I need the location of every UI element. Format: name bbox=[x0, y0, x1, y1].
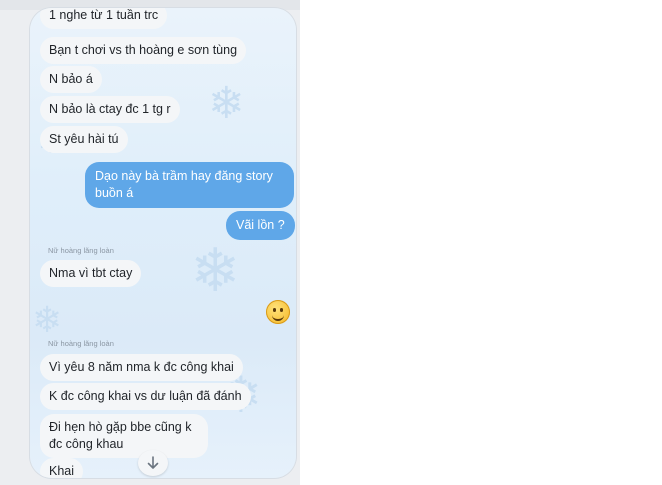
message-incoming[interactable]: K đc công khai vs dư luận đã đánh bbox=[40, 383, 251, 410]
message-incoming[interactable]: Vì yêu 8 năm nma k đc công khai bbox=[40, 354, 243, 381]
chat-screen[interactable]: ❄ ❄ ❄ ❄ ❄ 1 nghe từ 1 tuần trc Bạn t chơ… bbox=[30, 8, 296, 478]
snowflake-decoration: ❄ bbox=[32, 300, 63, 341]
message-incoming[interactable]: N bảo là ctay đc 1 tg r bbox=[40, 96, 180, 123]
arrow-down-icon bbox=[147, 456, 159, 469]
sender-name: Nữ hoàng lăng loàn bbox=[48, 339, 114, 348]
message-outgoing[interactable]: Vãi lồn ? bbox=[226, 211, 295, 240]
message-incoming[interactable]: 1 nghe từ 1 tuần trc bbox=[40, 8, 168, 29]
message-incoming[interactable]: St yêu hài tú bbox=[40, 126, 128, 153]
scroll-down-button[interactable] bbox=[138, 450, 168, 476]
sender-name: Nữ hoàng lăng loàn bbox=[48, 246, 114, 255]
message-incoming[interactable]: Khai bbox=[40, 458, 84, 478]
snowflake-decoration: ❄ bbox=[190, 236, 241, 306]
message-incoming[interactable]: Đi hẹn hò gặp bbe cũng k đc công khau bbox=[40, 414, 208, 458]
grinning-face-emoji-icon bbox=[266, 300, 290, 324]
message-outgoing[interactable]: Dạo này bà trầm hay đăng story buồn á bbox=[85, 162, 294, 208]
message-incoming[interactable]: Nma vì tbt ctay bbox=[40, 260, 142, 287]
snowflake-decoration: ❄ bbox=[208, 78, 245, 129]
message-incoming[interactable]: Bạn t chơi vs th hoàng e sơn tùng bbox=[40, 37, 247, 64]
message-incoming[interactable]: N bảo á bbox=[40, 66, 102, 93]
blank-pane bbox=[300, 0, 662, 485]
